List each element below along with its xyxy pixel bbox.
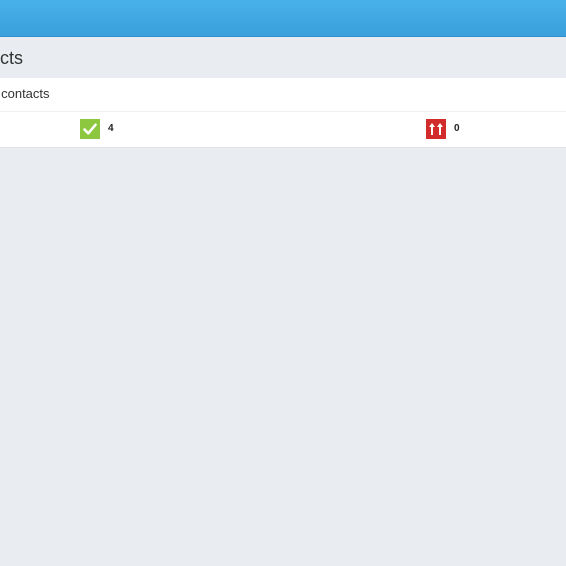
panel-title: y contacts: [0, 86, 50, 101]
page-title: acts: [0, 48, 24, 68]
stat-priority-contacts[interactable]: 0: [426, 119, 460, 139]
stat-count: 4: [108, 123, 114, 134]
app-window: acts y contacts 4 0: [0, 0, 566, 566]
stat-valid-contacts[interactable]: 4: [80, 119, 114, 139]
double-up-arrow-icon: [426, 119, 446, 139]
page-header: acts: [0, 37, 566, 78]
checkmark-icon: [80, 119, 100, 139]
contacts-stats-row: 4 0: [0, 112, 566, 148]
top-navigation-bar: [0, 0, 566, 37]
stat-count: 0: [454, 123, 460, 134]
contacts-panel-header: y contacts: [0, 78, 566, 112]
